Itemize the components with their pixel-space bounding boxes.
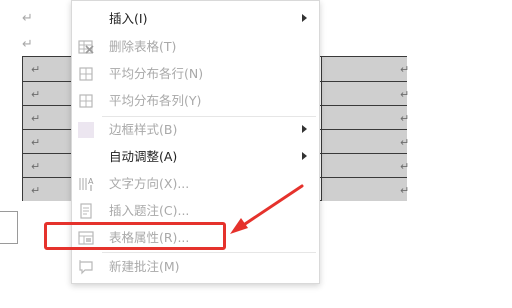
- annotation-arrow-icon: [230, 184, 304, 234]
